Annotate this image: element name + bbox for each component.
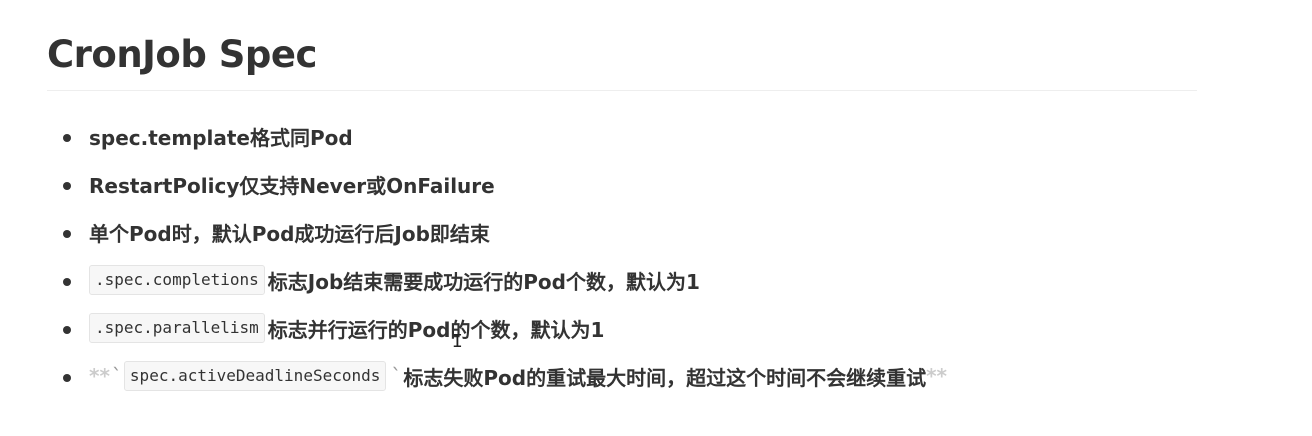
document-page: CronJob Spec spec.template格式同Pod Restart… <box>0 0 1312 436</box>
markdown-backtick: ` <box>111 364 122 388</box>
bullet-icon <box>63 326 71 334</box>
bullet-icon <box>63 230 71 238</box>
list-item: .spec.parallelism 标志并行运行的Pod的个数，默认为1 <box>0 304 947 352</box>
markdown-bold-marker: ** <box>89 364 110 388</box>
markdown-backtick: ` <box>391 364 402 388</box>
list-item: 单个Pod时，默认Pod成功运行后Job即结束 <box>0 208 947 256</box>
bullet-icon <box>63 374 71 382</box>
inline-code: spec.activeDeadlineSeconds <box>123 361 387 391</box>
bullet-icon <box>63 278 71 286</box>
item-text: RestartPolicy仅支持Never或OnFailure <box>89 173 495 198</box>
heading-divider <box>47 90 1197 91</box>
list-item: RestartPolicy仅支持Never或OnFailure <box>0 160 947 208</box>
markdown-bold-marker: ** <box>926 364 948 388</box>
text-cursor-icon: I <box>452 331 463 352</box>
inline-code: .spec.completions <box>89 265 265 295</box>
list-item: spec.template格式同Pod <box>0 112 947 160</box>
item-text: 标志失败Pod的重试最大时间，超过这个时间不会继续重试 <box>403 365 927 390</box>
bullet-icon <box>63 182 71 190</box>
list-item: .spec.completions 标志Job结束需要成功运行的Pod个数，默认… <box>0 256 947 304</box>
spec-list: spec.template格式同Pod RestartPolicy仅支持Neve… <box>0 112 947 400</box>
item-text: 标志并行运行的Pod的个数，默认为1 <box>267 317 605 342</box>
item-text: spec.template格式同Pod <box>89 125 353 150</box>
list-item: ** ` spec.activeDeadlineSeconds ` 标志失败Po… <box>0 352 947 400</box>
bullet-icon <box>63 134 71 142</box>
inline-code: .spec.parallelism <box>89 313 265 343</box>
item-text: 单个Pod时，默认Pod成功运行后Job即结束 <box>89 221 490 246</box>
page-title: CronJob Spec <box>47 33 317 76</box>
item-text: 标志Job结束需要成功运行的Pod个数，默认为1 <box>267 269 700 294</box>
